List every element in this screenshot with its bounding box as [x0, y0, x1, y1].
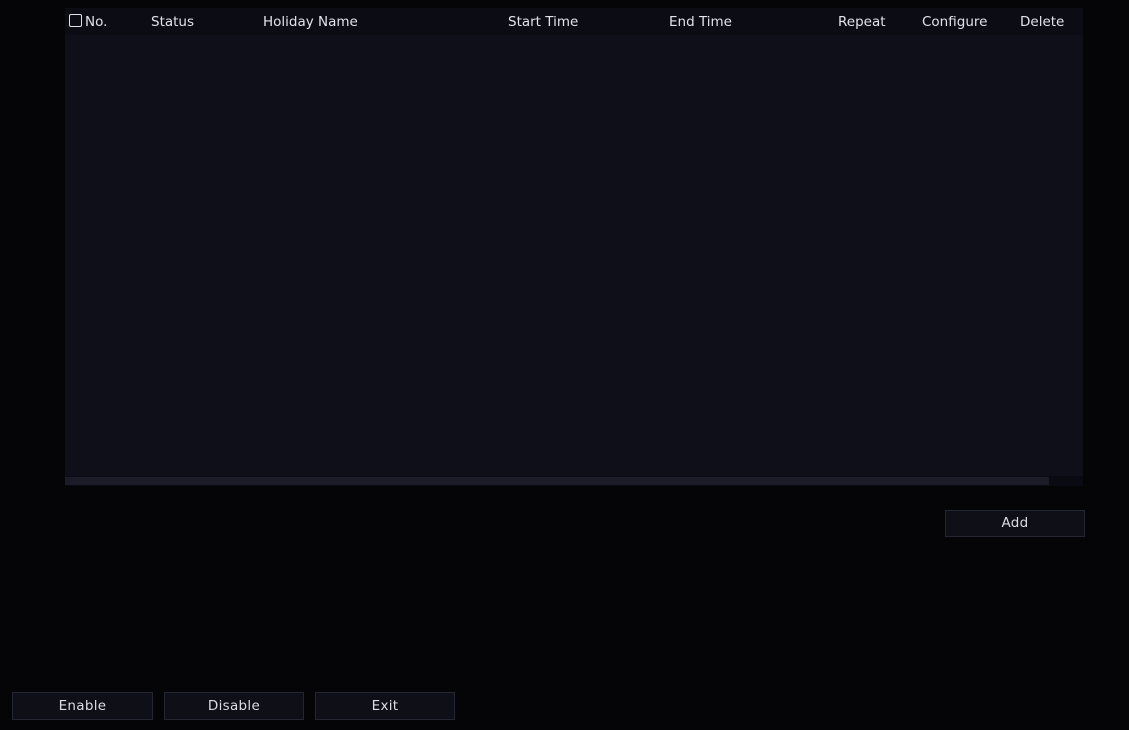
- column-header-holiday-name[interactable]: Holiday Name: [263, 14, 358, 30]
- table-body: [65, 35, 1083, 476]
- exit-button[interactable]: Exit: [315, 692, 455, 720]
- disable-button[interactable]: Disable: [164, 692, 304, 720]
- holiday-settings-page: No. Status Holiday Name Start Time End T…: [0, 0, 1129, 730]
- holiday-table: No. Status Holiday Name Start Time End T…: [65, 8, 1083, 486]
- column-header-start-time[interactable]: Start Time: [508, 14, 578, 30]
- select-all-checkbox[interactable]: [69, 14, 82, 27]
- scrollbar-thumb[interactable]: [65, 477, 1049, 485]
- column-header-repeat[interactable]: Repeat: [838, 14, 886, 30]
- add-button[interactable]: Add: [945, 510, 1085, 537]
- table-header: No. Status Holiday Name Start Time End T…: [65, 8, 1083, 35]
- column-header-no[interactable]: No.: [85, 14, 107, 30]
- horizontal-scrollbar[interactable]: [65, 476, 1083, 486]
- column-header-end-time[interactable]: End Time: [669, 14, 732, 30]
- enable-button[interactable]: Enable: [12, 692, 153, 720]
- column-header-delete[interactable]: Delete: [1020, 14, 1064, 30]
- column-header-configure[interactable]: Configure: [922, 14, 987, 30]
- column-header-status[interactable]: Status: [151, 14, 194, 30]
